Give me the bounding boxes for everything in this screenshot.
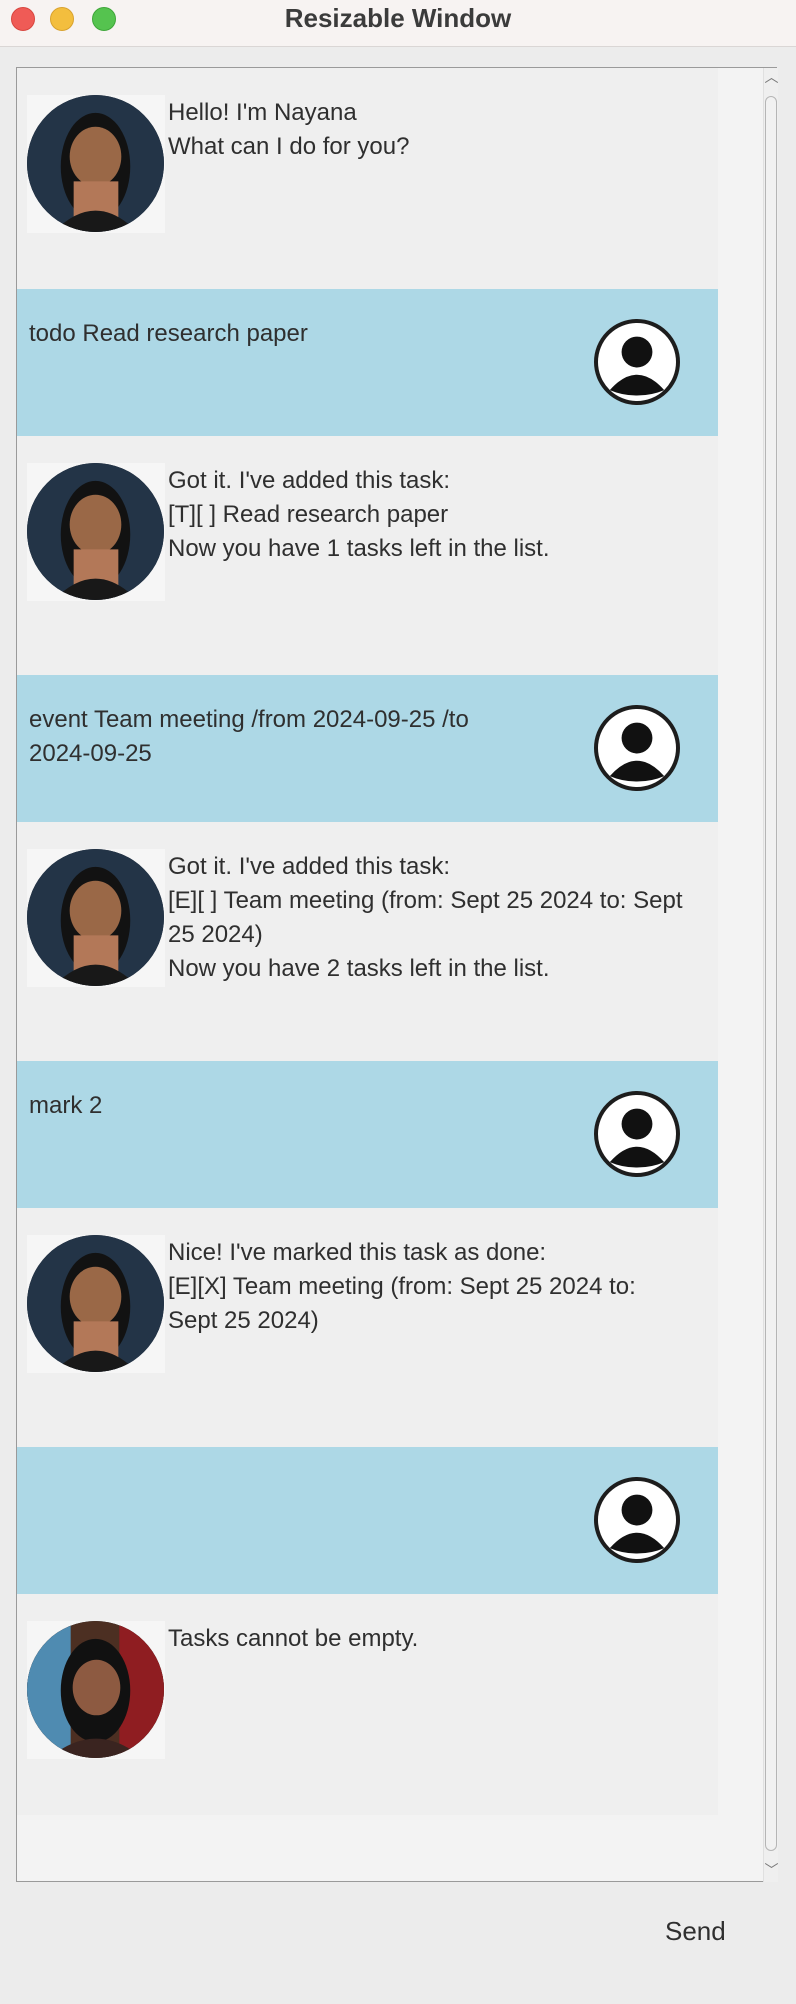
nayana-dialog: Tasks cannot be empty.: [17, 1594, 718, 1815]
user-avatar-icon: [594, 705, 680, 791]
nayana-dialog: Nice! I've marked this task as done: [E]…: [17, 1208, 718, 1447]
dialog-text: Hello! I'm Nayana What can I do for you?: [168, 99, 410, 160]
nayana-dialog: Got it. I've added this task: [E][ ] Tea…: [17, 822, 718, 1061]
dialog-scroll-pane[interactable]: Hello! I'm Nayana What can I do for you?…: [16, 67, 779, 1883]
scrollbar-thumb[interactable]: [765, 96, 777, 1851]
dialog-text: Got it. I've added this task: [E][ ] Tea…: [168, 853, 683, 982]
user-dialog: event Team meeting /from 2024-09-25 /to …: [17, 675, 718, 822]
dialog-text: Tasks cannot be empty.: [168, 1625, 419, 1652]
nayana-avatar: [27, 849, 165, 987]
dialog-text: Got it. I've added this task: [T][ ] Rea…: [168, 467, 550, 562]
dialog-text: todo Read research paper: [29, 320, 308, 347]
nayana-dialog: Got it. I've added this task: [T][ ] Rea…: [17, 436, 718, 675]
title-bar: Resizable Window: [0, 0, 796, 47]
scroll-down-chevron-icon[interactable]: ﹀: [764, 1861, 779, 1879]
vertical-scrollbar[interactable]: ︿ ﹀: [763, 68, 779, 1883]
nayana-dialog: Hello! I'm Nayana What can I do for you?: [17, 68, 718, 289]
dialog-text: event Team meeting /from 2024-09-25 /to …: [29, 706, 469, 767]
scroll-up-chevron-icon[interactable]: ︿: [764, 68, 779, 86]
nayana-avatar: [27, 1235, 165, 1373]
dialog-text: Nice! I've marked this task as done: [E]…: [168, 1239, 636, 1334]
user-dialog: [17, 1447, 718, 1594]
dialog-text: mark 2: [29, 1092, 103, 1119]
nayana-avatar: [27, 1621, 165, 1759]
user-avatar-icon: [594, 319, 680, 405]
user-avatar-icon: [594, 1091, 680, 1177]
nayana-avatar: [27, 463, 165, 601]
resizable-window: Resizable Window Hello! I'm Nayana What …: [0, 0, 796, 2004]
user-avatar-icon: [594, 1477, 680, 1563]
send-button[interactable]: Send: [665, 1916, 726, 1947]
user-dialog: todo Read research paper: [17, 289, 718, 436]
user-dialog: mark 2: [17, 1061, 718, 1208]
window-title: Resizable Window: [284, 3, 512, 33]
nayana-avatar: [27, 95, 165, 233]
